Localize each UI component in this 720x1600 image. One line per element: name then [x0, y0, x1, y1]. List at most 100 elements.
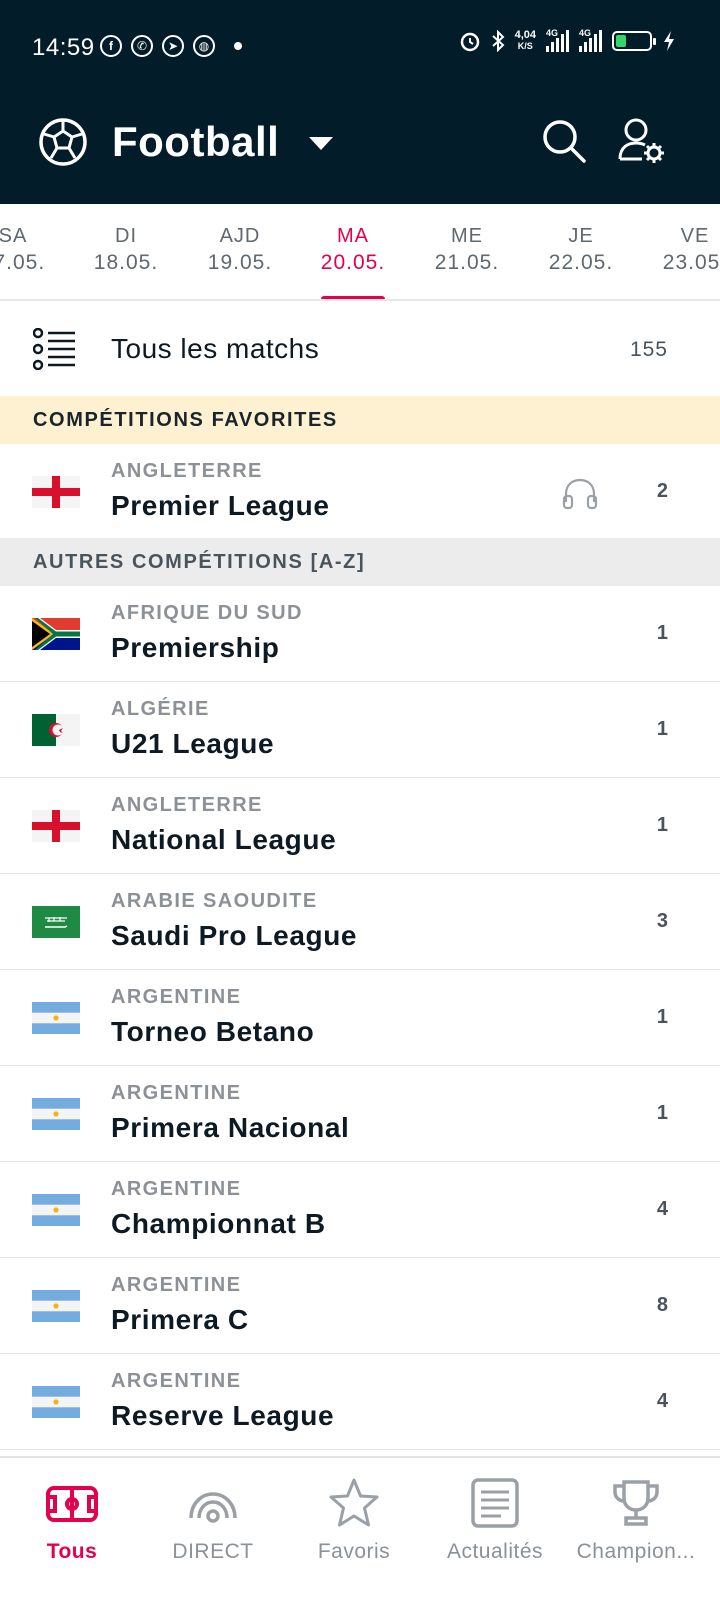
date-tab-day: AJD	[219, 225, 261, 247]
date-tab-date: 21.05.	[434, 251, 500, 274]
competition-match-count: 1	[656, 814, 668, 836]
date-tab-ma[interactable]: MA 20.05.	[303, 224, 403, 299]
flag-argentina-icon	[32, 1386, 80, 1418]
all-matches-count: 155	[629, 338, 668, 361]
globe-app-icon: ◍	[193, 35, 215, 57]
date-tab-date: 19.05.	[207, 251, 273, 274]
competition-name: Reserve League	[111, 1400, 335, 1431]
date-tab-me[interactable]: ME 21.05.	[417, 224, 517, 278]
date-tab-day: DI	[115, 225, 137, 247]
competition-country: ARGENTINE	[111, 1370, 242, 1392]
date-tab-ajd[interactable]: AJD 19.05.	[190, 224, 290, 278]
net-speed-value: 4,04	[514, 29, 536, 41]
competition-name: Primera Nacional	[111, 1112, 350, 1143]
trophy-icon	[613, 1480, 659, 1526]
other-competitions-section-header: AUTRES COMPÉTITIONS [A-Z]	[0, 538, 720, 586]
date-tab-day: JE	[568, 225, 594, 247]
competition-row-premier-league[interactable]: ANGLETERRE Premier League 2	[0, 444, 720, 540]
more-notifications-dot	[234, 42, 242, 50]
nav-tous[interactable]: Tous	[0, 1476, 144, 1564]
nav-label: Champion...	[576, 1540, 696, 1563]
competition-country: ANGLETERRE	[111, 794, 263, 816]
date-tab-date: 22.05.	[548, 251, 614, 274]
headphones-icon[interactable]	[560, 476, 600, 512]
telegram-icon: ➤	[162, 35, 184, 57]
competition-match-count: 2	[656, 480, 668, 502]
date-tab-day: ME	[451, 225, 483, 247]
status-indicators: 4,04 K/S 4G 4G	[459, 28, 676, 52]
search-icon[interactable]	[540, 117, 588, 165]
competition-row[interactable]: ARGENTINE Torneo Betano 1	[0, 970, 720, 1066]
competition-match-count: 1	[656, 1102, 668, 1124]
flag-algeria-icon	[32, 714, 80, 746]
facebook-icon: f	[100, 35, 122, 57]
battery-level	[616, 35, 626, 47]
competition-country: ARABIE SAOUDITE	[111, 890, 318, 912]
nav-championnats[interactable]: Champion...	[564, 1476, 708, 1564]
signal-1-label: 4G	[546, 28, 559, 38]
competition-row[interactable]: AFRIQUE DU SUD Premiership 1	[0, 586, 720, 682]
competition-country: AFRIQUE DU SUD	[111, 602, 303, 624]
competition-row[interactable]: ARGENTINE Primera C 8	[0, 1258, 720, 1354]
date-tab-ve[interactable]: VE 23.05.	[645, 224, 720, 278]
date-tabs: SA 17.05. DI 18.05. AJD 19.05. MA 20.05.…	[0, 204, 720, 301]
date-tab-date: 17.05.	[0, 251, 46, 274]
flag-south-africa-icon	[32, 618, 80, 650]
competition-row[interactable]: ARGENTINE Reserve League 4	[0, 1354, 720, 1450]
competition-match-count: 8	[656, 1294, 668, 1316]
soccer-ball-icon[interactable]	[38, 117, 88, 167]
nav-label: Tous	[46, 1540, 98, 1563]
competition-match-count: 4	[656, 1198, 668, 1220]
status-app-icons: f ✆ ➤ ◍	[100, 35, 242, 57]
date-tab-di[interactable]: DI 18.05.	[76, 224, 176, 278]
competition-match-count: 1	[656, 718, 668, 740]
competition-match-count: 1	[656, 622, 668, 644]
competition-name: Championnat B	[111, 1208, 326, 1239]
signal-strength-1: 4G	[546, 28, 569, 52]
sport-title[interactable]: Football	[112, 118, 279, 166]
competition-row[interactable]: ANGLETERRE National League 1	[0, 778, 720, 874]
date-tab-date: 20.05.	[320, 251, 386, 274]
nav-favoris[interactable]: Favoris	[282, 1476, 426, 1564]
competition-match-count: 1	[656, 1006, 668, 1028]
nav-actualites[interactable]: Actualités	[423, 1476, 567, 1564]
star-icon	[329, 1478, 379, 1527]
bottom-navigation: Tous DIRECT Favoris Actualités Champion.…	[0, 1456, 720, 1600]
status-time: 14:59	[32, 34, 95, 61]
signal-strength-2: 4G	[579, 28, 602, 52]
competition-row[interactable]: ARGENTINE Primera Nacional 1	[0, 1066, 720, 1162]
net-speed-unit: K/S	[517, 41, 533, 51]
chevron-down-icon[interactable]	[308, 136, 334, 152]
competition-name: National League	[111, 824, 337, 855]
nav-direct[interactable]: DIRECT	[141, 1476, 285, 1564]
competition-name: Torneo Betano	[111, 1016, 315, 1047]
user-settings-icon[interactable]	[616, 115, 668, 167]
competition-row[interactable]: ARABIE SAOUDITE Saudi Pro League 3	[0, 874, 720, 970]
signal-2-label: 4G	[579, 28, 592, 38]
competition-country: ARGENTINE	[111, 1178, 242, 1200]
bluetooth-icon	[491, 30, 505, 52]
date-tab-je[interactable]: JE 22.05.	[531, 224, 631, 278]
competition-name: Premiership	[111, 632, 280, 663]
competition-row[interactable]: ALGÉRIE U21 League 1	[0, 682, 720, 778]
nav-label: Actualités	[446, 1540, 544, 1563]
date-tab-sa[interactable]: SA 17.05.	[0, 224, 63, 278]
competition-row[interactable]: ARGENTINE Championnat B 4	[0, 1162, 720, 1258]
date-tab-date: 23.05.	[662, 251, 720, 274]
nav-label: DIRECT	[172, 1540, 254, 1563]
competition-country: ARGENTINE	[111, 986, 242, 1008]
competition-country: ANGLETERRE	[111, 460, 263, 482]
all-matches-row[interactable]: Tous les matchs 155	[0, 301, 720, 397]
flag-saudi-arabia-icon	[32, 906, 80, 938]
competition-name: Premier League	[111, 490, 330, 521]
date-tab-day: VE	[680, 225, 710, 247]
competition-name: Saudi Pro League	[111, 920, 358, 951]
all-matches-label: Tous les matchs	[111, 333, 320, 364]
flag-argentina-icon	[32, 1290, 80, 1322]
flag-argentina-icon	[32, 1098, 80, 1130]
competition-country: ARGENTINE	[111, 1274, 242, 1296]
competition-match-count: 4	[656, 1390, 668, 1412]
flag-argentina-icon	[32, 1002, 80, 1034]
nav-label: Favoris	[317, 1540, 391, 1563]
status-bar: 14:59 f ✆ ➤ ◍ 4,04 K/S 4G 4G	[0, 0, 720, 92]
